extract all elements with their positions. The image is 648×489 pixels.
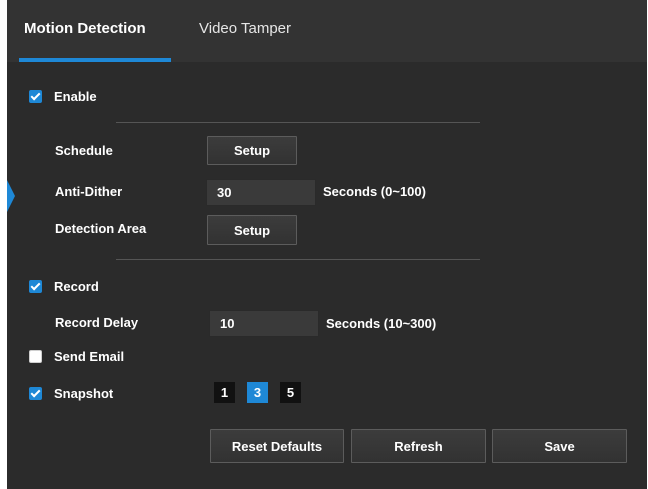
record-label: Record <box>54 279 99 294</box>
divider <box>116 122 480 123</box>
snapshot-checkbox[interactable] <box>29 387 42 400</box>
detection-area-label: Detection Area <box>55 221 147 236</box>
tab-motion-detection[interactable]: Motion Detection <box>24 20 146 37</box>
snapshot-option-3[interactable]: 3 <box>247 382 268 403</box>
collapse-arrow-icon[interactable] <box>7 180 15 212</box>
record-delay-unit: Seconds (10~300) <box>326 316 437 331</box>
record-delay-label: Record Delay <box>55 315 139 330</box>
tab-bar: Motion Detection Video Tamper <box>7 0 647 62</box>
tab-video-tamper[interactable]: Video Tamper <box>199 20 291 37</box>
record-delay-input[interactable]: 10 <box>209 310 319 337</box>
snapshot-option-1[interactable]: 1 <box>214 382 235 403</box>
reset-defaults-button[interactable]: Reset Defaults <box>210 429 344 463</box>
send-email-checkbox[interactable] <box>29 350 42 363</box>
record-checkbox[interactable] <box>29 280 42 293</box>
active-tab-indicator <box>19 58 171 62</box>
save-button[interactable]: Save <box>492 429 627 463</box>
snapshot-option-5[interactable]: 5 <box>280 382 301 403</box>
enable-checkbox[interactable] <box>29 90 42 103</box>
schedule-label: Schedule <box>55 143 113 158</box>
anti-dither-label: Anti-Dither <box>55 184 123 199</box>
refresh-button[interactable]: Refresh <box>351 429 486 463</box>
detection-area-setup-button[interactable]: Setup <box>207 215 297 245</box>
divider <box>116 259 480 260</box>
snapshot-label: Snapshot <box>54 386 114 401</box>
anti-dither-unit: Seconds (0~100) <box>323 184 426 199</box>
send-email-label: Send Email <box>54 349 125 364</box>
anti-dither-input[interactable]: 30 <box>206 179 316 206</box>
enable-label: Enable <box>54 89 97 104</box>
settings-panel: Motion Detection Video Tamper Enable Sch… <box>7 0 647 489</box>
schedule-setup-button[interactable]: Setup <box>207 136 297 165</box>
